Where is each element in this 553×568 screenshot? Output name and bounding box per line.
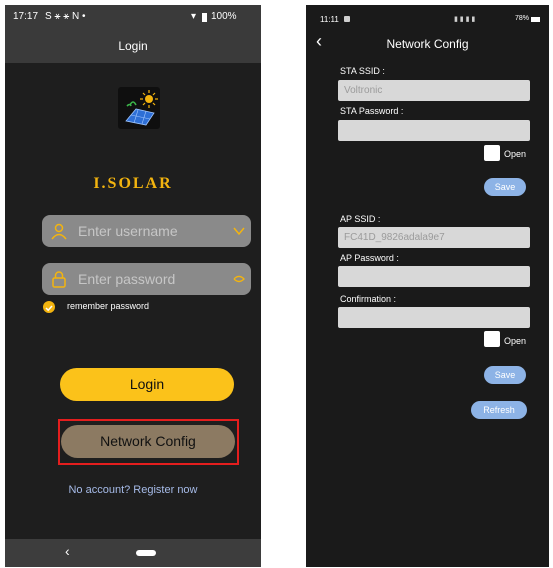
battery-icon — [202, 13, 207, 22]
confirmation-label: Confirmation : — [340, 294, 397, 304]
username-field[interactable] — [42, 215, 251, 247]
status-time: 17:17 — [13, 11, 39, 22]
lock-icon — [52, 271, 66, 288]
sta-ssid-label: STA SSID : — [340, 66, 385, 76]
wifi-icon: ▾ — [191, 11, 197, 22]
remember-password-label[interactable]: remember password — [67, 301, 149, 311]
title-bar: Login — [5, 29, 261, 63]
battery-icon — [531, 17, 540, 22]
chevron-down-icon[interactable] — [233, 225, 245, 237]
app-logo — [118, 87, 160, 129]
sta-open-checkbox[interactable] — [484, 145, 500, 161]
battery-level: 100% — [211, 11, 237, 22]
login-button[interactable]: Login — [60, 368, 234, 401]
back-nav-icon[interactable]: ‹ — [65, 543, 70, 559]
page-title: Network Config — [386, 37, 469, 51]
navigation-bar: ‹ — [5, 539, 261, 567]
password-field[interactable] — [42, 263, 251, 295]
user-icon — [51, 223, 67, 240]
ap-open-label: Open — [504, 336, 527, 346]
ap-password-input[interactable] — [338, 266, 530, 287]
login-screen: 17:17 S ⚹ ⚹ N • ▾ 100% Login I.SOLAR Ent… — [5, 5, 261, 567]
status-icons: S ⚹ ⚹ N • — [45, 11, 86, 22]
page-title: Login — [118, 39, 148, 53]
confirmation-field[interactable] — [338, 307, 530, 328]
confirmation-input[interactable] — [338, 307, 530, 328]
notification-icon — [344, 16, 350, 22]
app-name: I.SOLAR — [93, 175, 173, 192]
refresh-button[interactable]: Refresh — [471, 401, 527, 419]
sta-save-button[interactable]: Save — [484, 178, 526, 196]
ap-open-checkbox[interactable] — [484, 331, 500, 347]
checkmark-icon — [45, 305, 53, 312]
status-time: 11:11 — [320, 15, 339, 24]
signal-icons: ▮ ▮ ▮ ▮ — [454, 16, 476, 23]
ap-ssid-input[interactable] — [338, 227, 530, 248]
status-bar: 17:17 S ⚹ ⚹ N • ▾ 100% — [5, 5, 261, 29]
username-input[interactable] — [78, 215, 218, 247]
sta-password-label: STA Password : — [340, 106, 404, 116]
network-config-button[interactable]: Network Config — [61, 425, 235, 458]
ap-password-field[interactable] — [338, 266, 530, 287]
ap-password-label: AP Password : — [340, 253, 399, 263]
remember-password-checkbox[interactable] — [43, 301, 55, 313]
eye-icon[interactable] — [233, 273, 245, 285]
sta-open-label: Open — [504, 149, 527, 159]
sta-password-input[interactable] — [338, 120, 530, 141]
battery-level: 78% — [515, 15, 530, 22]
sta-ssid-field[interactable] — [338, 80, 530, 101]
password-input[interactable] — [78, 263, 218, 295]
sta-password-field[interactable] — [338, 120, 530, 141]
network-config-screen: 11:11 ▮ ▮ ▮ ▮ 78% ‹ Network Config STA S… — [306, 5, 549, 567]
sta-ssid-input[interactable] — [338, 80, 530, 101]
ap-ssid-field[interactable] — [338, 227, 530, 248]
ap-ssid-label: AP SSID : — [340, 214, 381, 224]
status-bar: 11:11 ▮ ▮ ▮ ▮ 78% — [306, 5, 549, 29]
register-link[interactable]: No account? Register now — [5, 484, 261, 496]
home-pill-icon[interactable] — [136, 550, 156, 556]
ap-save-button[interactable]: Save — [484, 366, 526, 384]
